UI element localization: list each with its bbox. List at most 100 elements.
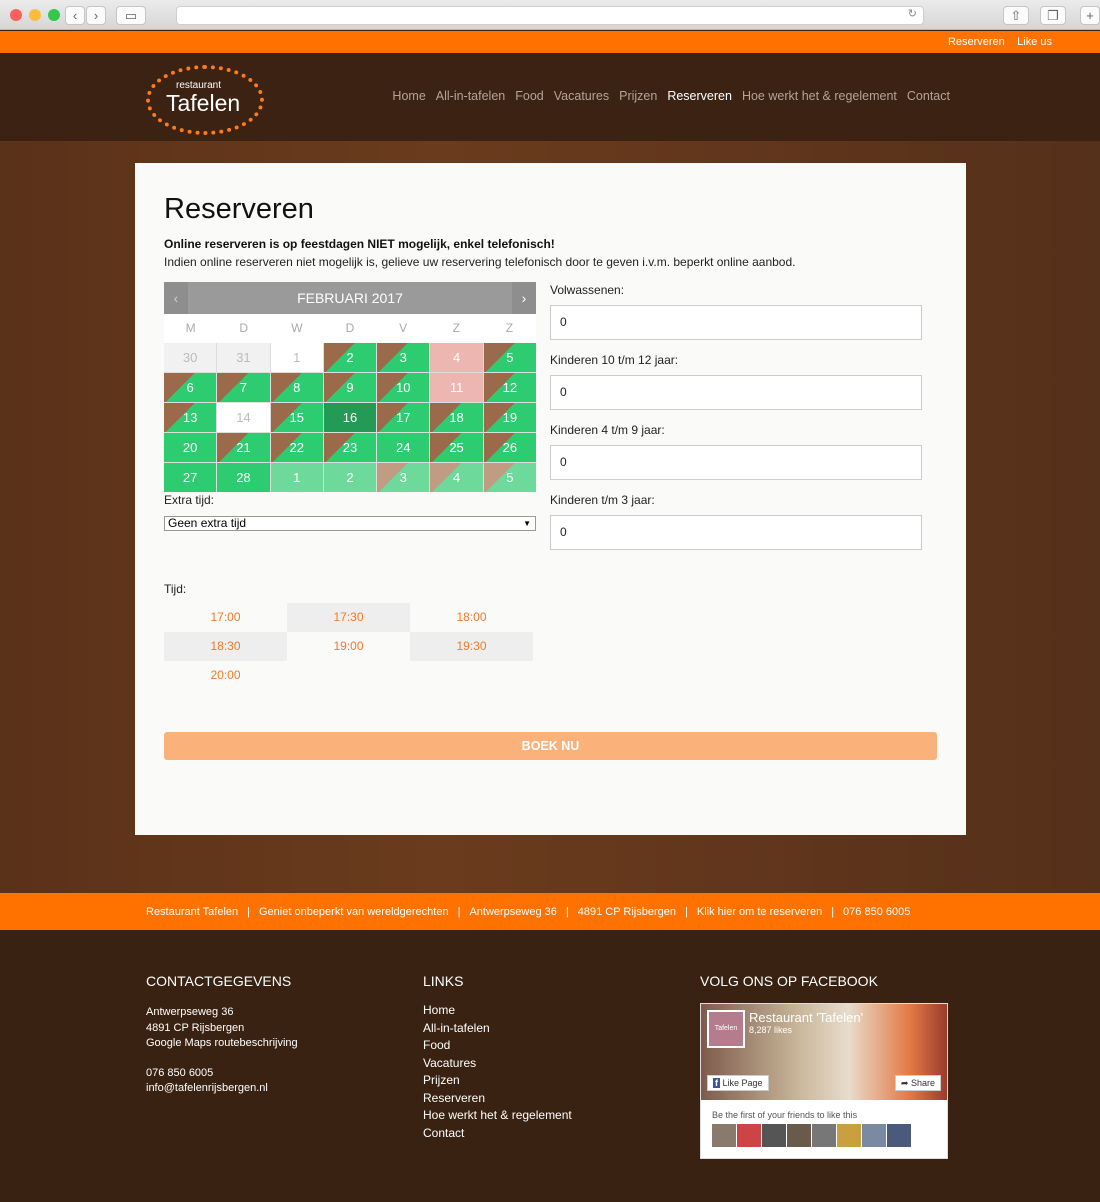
footer-link[interactable]: Vacatures <box>423 1055 572 1073</box>
share-button[interactable]: ➦ Share <box>894 1075 941 1091</box>
top-link-like-us[interactable]: Like us <box>1017 36 1052 48</box>
links-section: LINKS Home All-in-tafelen Food Vacatures Pri… <box>423 973 572 1142</box>
calendar-day[interactable]: 4 <box>430 463 483 492</box>
calendar-day[interactable]: 13 <box>164 403 217 432</box>
calendar-day[interactable]: 22 <box>270 433 323 462</box>
nav-item-prijzen[interactable]: Prijzen <box>619 89 657 103</box>
avatar[interactable] <box>837 1124 861 1147</box>
avatar[interactable] <box>737 1124 761 1147</box>
contact-email[interactable]: info@tafelenrijsbergen.nl <box>146 1081 298 1097</box>
calendar-day[interactable]: 6 <box>164 373 217 402</box>
top-link-reserveren[interactable]: Reserveren <box>948 36 1005 48</box>
calendar-day[interactable]: 17 <box>377 403 430 432</box>
calendar-day[interactable]: 1 <box>270 463 323 492</box>
book-now-button[interactable]: BOEK NU <box>164 732 937 760</box>
calendar-day[interactable]: 20 <box>164 433 217 462</box>
footer-link[interactable]: Home <box>423 1002 572 1020</box>
weekday-label: D <box>239 321 249 335</box>
calendar-day[interactable]: 1 <box>270 343 323 372</box>
calendar-day[interactable]: 4 <box>430 343 483 372</box>
calendar-day[interactable]: 10 <box>377 373 430 402</box>
guest-count-input[interactable]: 0 <box>550 445 922 480</box>
calendar-day[interactable]: 5 <box>483 463 536 492</box>
zoom-window-button[interactable] <box>48 9 60 21</box>
main-nav: Home All-in-tafelen Food Vacatures Prijzen Re… <box>382 89 950 103</box>
avatar[interactable] <box>787 1124 811 1147</box>
calendar-day[interactable]: 3 <box>377 343 430 372</box>
avatar[interactable] <box>862 1124 886 1147</box>
calendar-day[interactable]: 3 <box>377 463 430 492</box>
contact-phone[interactable]: 076 850 6005 <box>146 1066 298 1082</box>
close-window-button[interactable] <box>10 9 22 21</box>
nav-item-all-in-tafelen[interactable]: All-in-tafelen <box>436 89 505 103</box>
nav-item-reserveren[interactable]: Reserveren <box>667 89 732 103</box>
calendar-day[interactable]: 14 <box>217 403 270 432</box>
like-page-button[interactable]: f Like Page <box>707 1075 769 1091</box>
logo[interactable]: restaurant Tafelen <box>146 65 264 135</box>
sidebar-icon[interactable]: ▭ <box>116 6 146 25</box>
next-month-button[interactable]: › <box>512 282 536 314</box>
avatar[interactable] <box>887 1124 911 1147</box>
calendar-day[interactable]: 12 <box>483 373 536 402</box>
calendar-day[interactable]: 19 <box>483 403 536 432</box>
footer-link[interactable]: Reserveren <box>423 1090 572 1108</box>
calendar-day[interactable]: 16 <box>323 403 377 432</box>
calendar-day[interactable]: 9 <box>323 373 377 402</box>
guest-count-input[interactable]: 0 <box>550 305 922 340</box>
footer-link[interactable]: All-in-tafelen <box>423 1020 572 1038</box>
extra-time-select[interactable]: Geen extra tijd ▼ <box>164 516 536 531</box>
calendar-day[interactable]: 25 <box>430 433 483 462</box>
calendar-day[interactable]: 2 <box>323 343 377 372</box>
calendar-day[interactable]: 11 <box>430 373 483 402</box>
facebook-page-thumbnail[interactable]: Tafelen <box>707 1010 745 1048</box>
back-icon[interactable]: ‹ <box>65 6 85 25</box>
time-slot[interactable]: 17:30 <box>287 603 410 632</box>
address-bar[interactable]: ↻ <box>176 6 924 25</box>
calendar-month: FEBRUARI 2017 <box>297 290 403 306</box>
nav-item-vacatures[interactable]: Vacatures <box>554 89 609 103</box>
calendar-day[interactable]: 5 <box>483 343 536 372</box>
time-slot[interactable]: 18:30 <box>164 632 287 661</box>
avatar[interactable] <box>812 1124 836 1147</box>
time-slot[interactable]: 17:00 <box>164 603 287 632</box>
time-slot[interactable]: 19:30 <box>410 632 533 661</box>
calendar-day[interactable]: 8 <box>270 373 323 402</box>
guest-count-input[interactable]: 0 <box>550 375 922 410</box>
facebook-page-name[interactable]: Restaurant 'Tafelen' <box>749 1010 863 1025</box>
time-slot[interactable]: 18:00 <box>410 603 533 632</box>
google-maps-link[interactable]: Google Maps routebeschrijving <box>146 1036 298 1052</box>
avatar[interactable] <box>712 1124 736 1147</box>
footer-link[interactable]: Food <box>423 1037 572 1055</box>
calendar-day[interactable]: 28 <box>217 463 270 492</box>
nav-item-hoe-werkt-het-regelement[interactable]: Hoe werkt het & regelement <box>742 89 897 103</box>
calendar-day[interactable]: 24 <box>377 433 430 462</box>
calendar-day[interactable]: 18 <box>430 403 483 432</box>
tabs-icon[interactable]: ❐ <box>1040 6 1066 25</box>
calendar-day[interactable]: 2 <box>323 463 377 492</box>
nav-item-food[interactable]: Food <box>515 89 544 103</box>
calendar-day[interactable]: 7 <box>217 373 270 402</box>
calendar-day[interactable]: 27 <box>164 463 217 492</box>
time-slot[interactable]: 19:00 <box>287 632 410 661</box>
time-slot[interactable]: 20:00 <box>164 661 287 690</box>
new-tab-icon[interactable]: + <box>1080 6 1100 25</box>
footer-link[interactable]: Hoe werkt het & regelement <box>423 1107 572 1125</box>
footer-link[interactable]: Prijzen <box>423 1072 572 1090</box>
minimize-window-button[interactable] <box>29 9 41 21</box>
forward-icon[interactable]: › <box>86 6 106 25</box>
calendar-day[interactable]: 21 <box>217 433 270 462</box>
nav-item-home[interactable]: Home <box>392 89 425 103</box>
share-icon[interactable]: ⇧ <box>1003 6 1029 25</box>
footer-link[interactable]: Contact <box>423 1125 572 1143</box>
avatar[interactable] <box>762 1124 786 1147</box>
guest-count-input[interactable]: 0 <box>550 515 922 550</box>
calendar-day[interactable]: 15 <box>270 403 323 432</box>
footer-bar-item[interactable]: Klik hier om te reserveren <box>697 906 822 918</box>
prev-month-button[interactable]: ‹ <box>164 282 188 314</box>
nav-item-contact[interactable]: Contact <box>907 89 950 103</box>
calendar-day[interactable]: 26 <box>483 433 536 462</box>
reload-icon[interactable]: ↻ <box>908 7 917 20</box>
footer-bar-item: 076 850 6005 <box>843 906 911 918</box>
calendar-day[interactable]: 23 <box>323 433 377 462</box>
calendar: ‹ FEBRUARI 2017 › MDWDVZZ 30 31 1 2 3 4 5 6 7 8 9 1… <box>164 282 536 492</box>
